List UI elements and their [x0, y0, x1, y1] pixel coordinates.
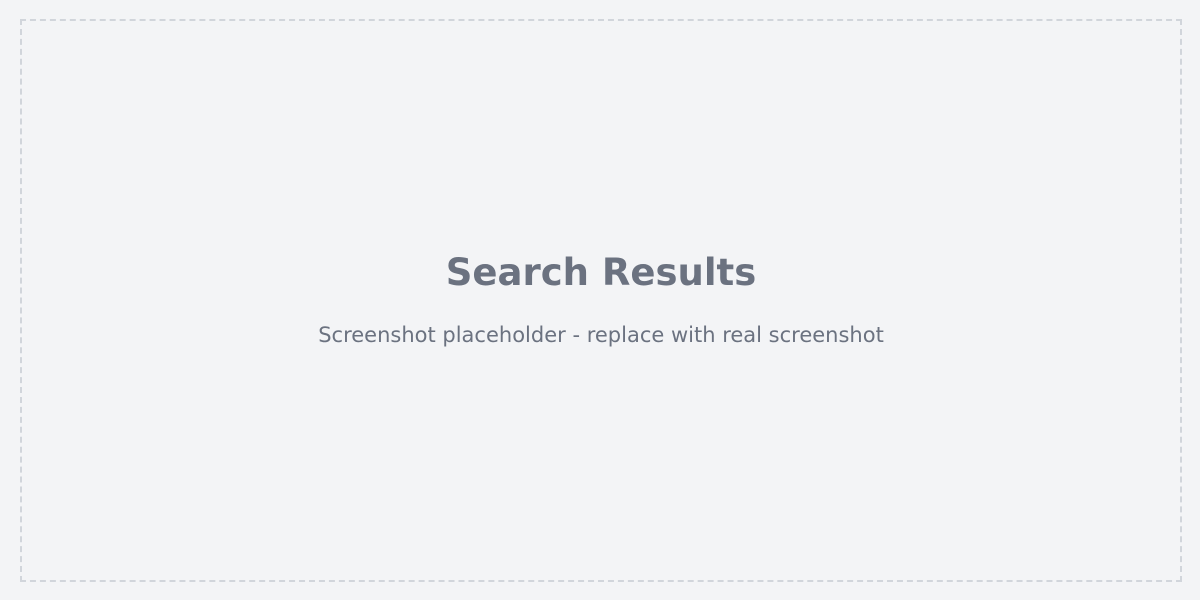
- screenshot-placeholder-frame: Search Results Screenshot placeholder - …: [20, 19, 1182, 582]
- placeholder-content: Search Results Screenshot placeholder - …: [22, 21, 1180, 580]
- placeholder-subtitle: Screenshot placeholder - replace with re…: [318, 323, 884, 348]
- page-title: Search Results: [445, 250, 757, 294]
